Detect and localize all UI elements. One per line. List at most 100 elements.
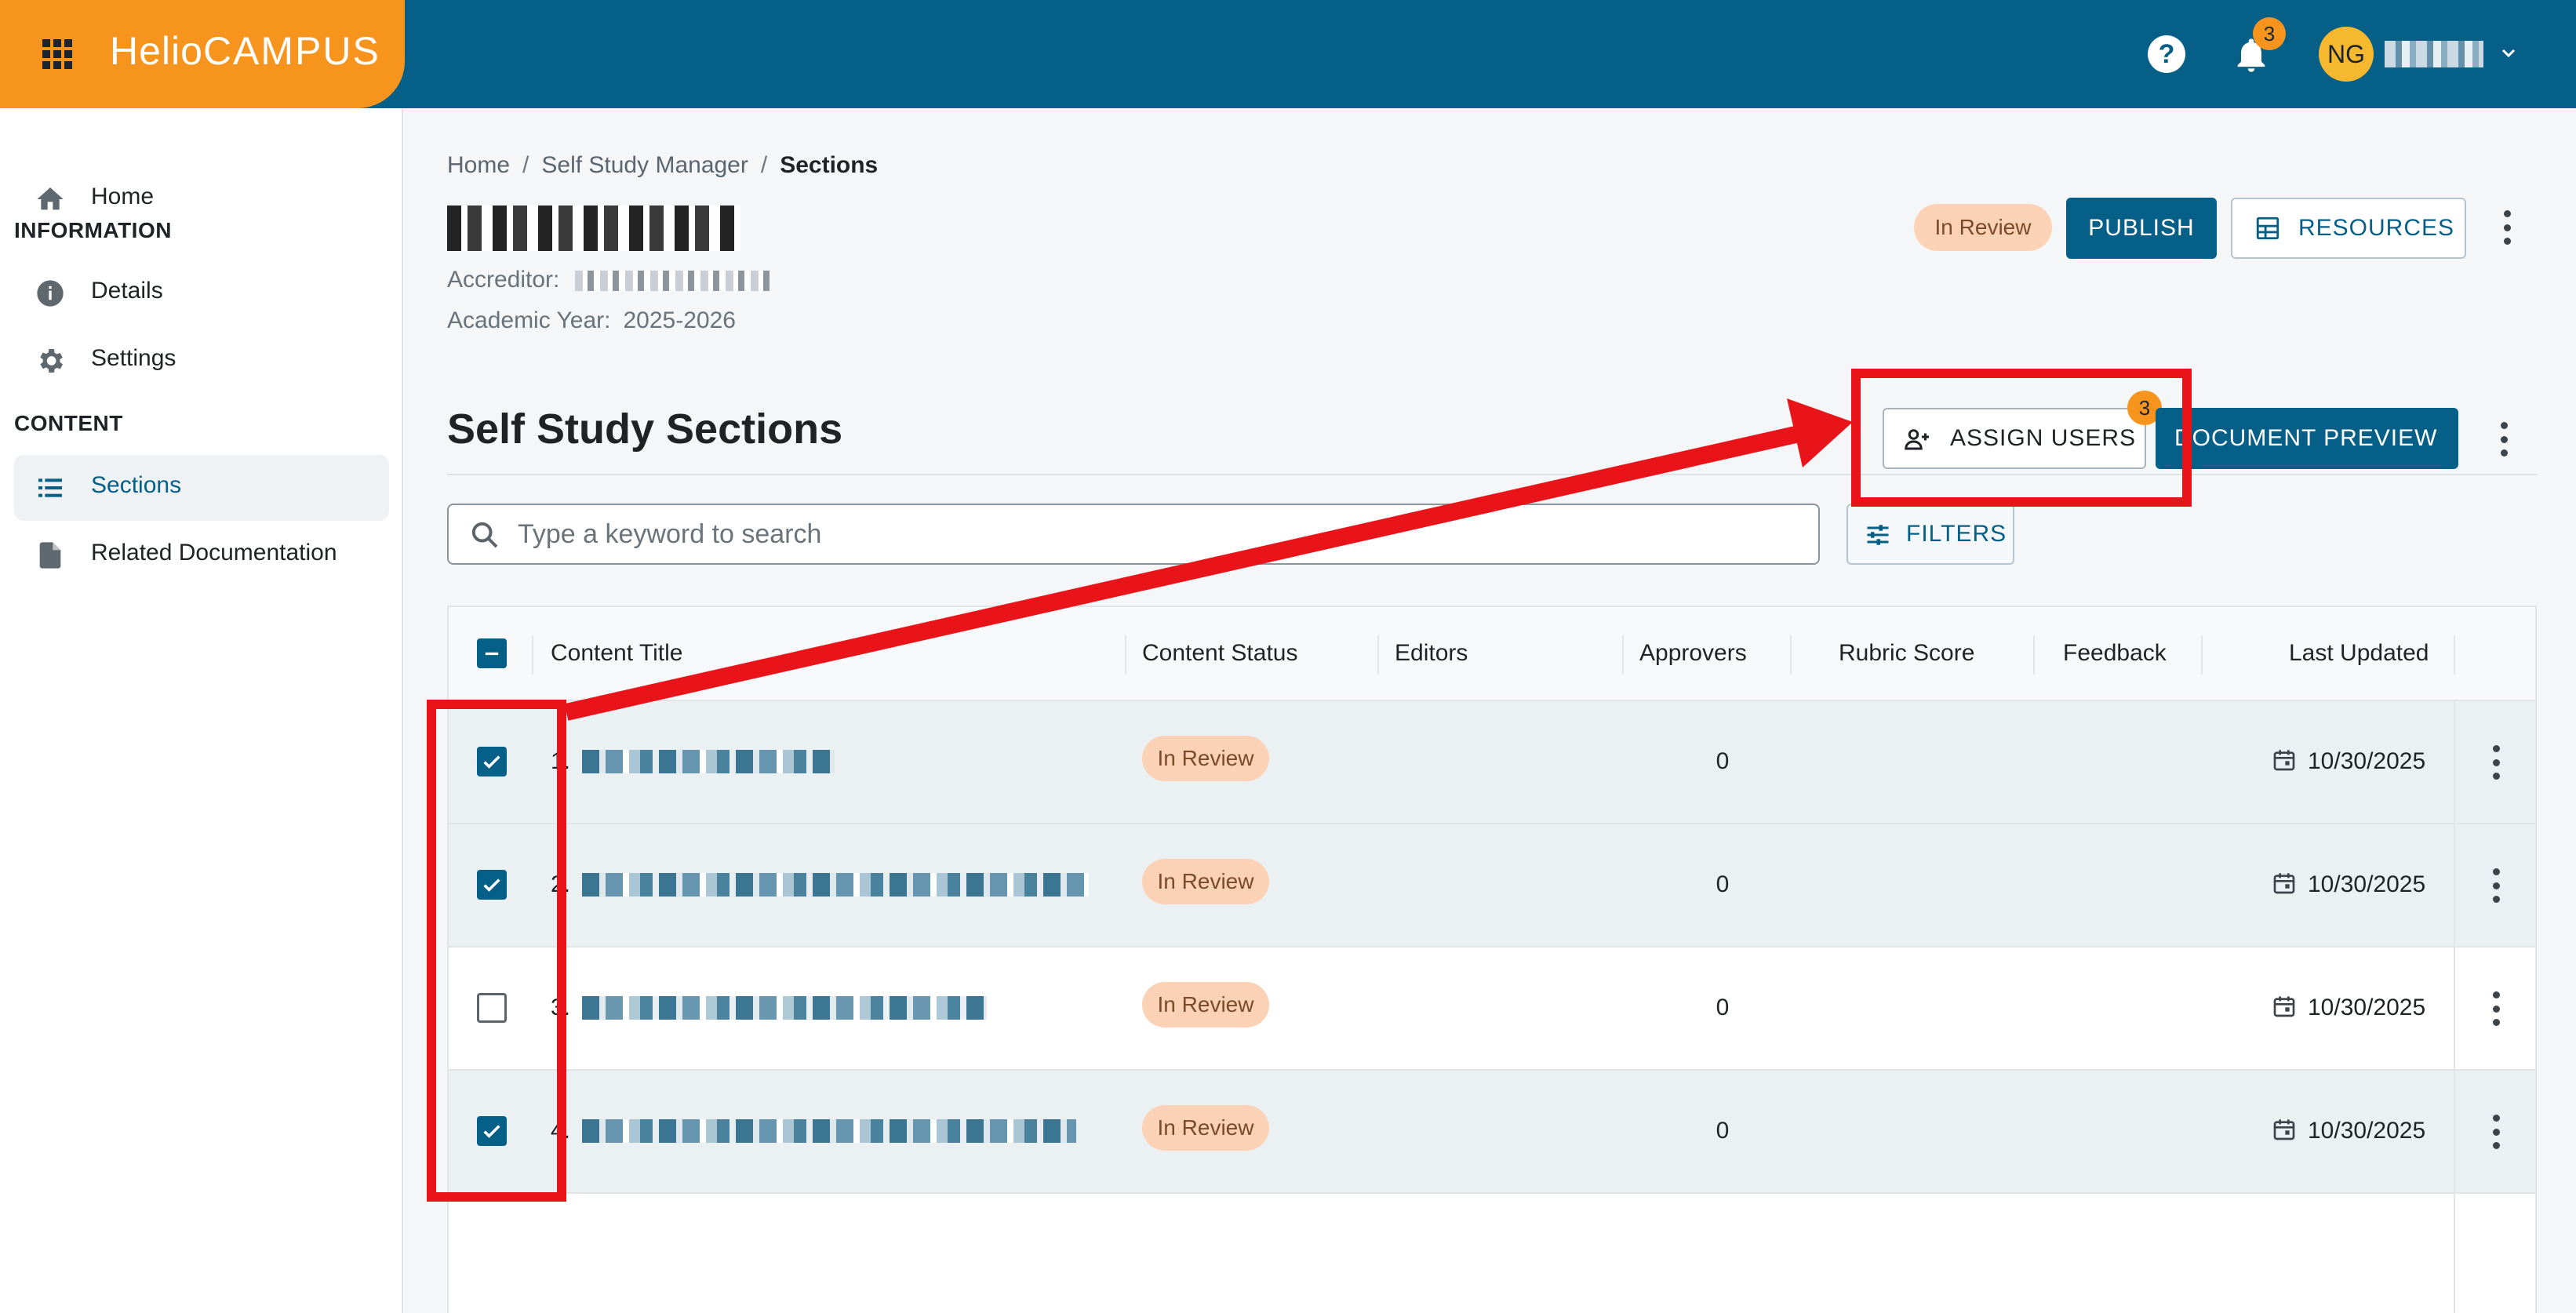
last-updated-date: 10/30/2025 — [2308, 1118, 2426, 1144]
filter-sliders-icon — [1867, 525, 1889, 545]
column-header-last-updated[interactable]: Last Updated — [2289, 640, 2429, 667]
status-badge: In Review — [1914, 204, 2052, 251]
column-separator — [532, 635, 533, 675]
select-all-checkbox[interactable] — [477, 638, 507, 668]
sidebar-item-label: Related Documentation — [91, 540, 337, 566]
page-more-options-icon[interactable] — [2502, 210, 2512, 245]
chevron-down-icon[interactable] — [2499, 44, 2518, 63]
row-more-options-icon[interactable] — [2491, 868, 2501, 903]
column-separator — [1377, 635, 1379, 675]
section-divider — [447, 474, 2537, 475]
column-separator — [1790, 635, 1792, 675]
row-title-redacted[interactable] — [582, 996, 987, 1020]
breadcrumb-self-study-manager[interactable]: Self Study Manager — [541, 152, 748, 178]
sidebar-section-content: CONTENT — [14, 411, 123, 435]
accreditor-label: Accreditor: — [447, 267, 560, 293]
status-badge: In Review — [1142, 736, 1269, 781]
user-avatar[interactable]: NG — [2319, 27, 2374, 82]
approvers-count: 0 — [1716, 871, 1730, 897]
sidebar: Home INFORMATION Details Settings CONTEN… — [0, 108, 403, 1313]
home-icon — [37, 187, 64, 210]
breadcrumb: Home / Self Study Manager / Sections — [447, 152, 879, 178]
table-header: Content Title Content Status Editors App… — [449, 607, 2535, 701]
row-title-redacted[interactable] — [582, 1119, 1076, 1143]
sidebar-item-settings[interactable]: Settings — [14, 328, 389, 394]
annotation-box-selected-rows — [427, 700, 566, 1202]
column-header-editors[interactable]: Editors — [1395, 640, 1468, 667]
table-row[interactable]: 3. In Review 0 10/30/2025 — [449, 947, 2535, 1071]
row-more-options-icon[interactable] — [2491, 1115, 2501, 1149]
resources-label: RESOURCES — [2298, 215, 2455, 241]
column-header-approvers[interactable]: Approvers — [1639, 640, 1747, 667]
column-header-content-title[interactable]: Content Title — [551, 640, 682, 667]
accreditor-row: Accreditor: — [447, 267, 770, 293]
accreditor-value-redacted — [575, 271, 770, 292]
sections-more-options-icon[interactable] — [2499, 422, 2509, 456]
approvers-count: 0 — [1716, 1118, 1730, 1144]
calendar-icon — [2273, 1119, 2295, 1140]
column-header-feedback[interactable]: Feedback — [2063, 640, 2167, 667]
document-icon — [39, 542, 61, 569]
breadcrumb-current: Sections — [780, 152, 879, 178]
last-updated-date: 10/30/2025 — [2308, 748, 2426, 774]
notification-count-badge: 3 — [2253, 17, 2286, 50]
sidebar-item-details[interactable]: Details — [14, 260, 389, 326]
row-more-options-icon[interactable] — [2491, 745, 2501, 780]
column-header-content-status[interactable]: Content Status — [1142, 640, 1297, 667]
sidebar-item-label: Sections — [91, 472, 182, 498]
publish-button[interactable]: PUBLISH — [2066, 198, 2217, 259]
logo[interactable]: HelioCAMPUS — [110, 28, 380, 74]
column-separator — [2201, 635, 2203, 675]
user-name-redacted[interactable] — [2385, 41, 2483, 67]
filters-label: FILTERS — [1906, 521, 2007, 547]
calendar-icon — [2273, 873, 2295, 894]
info-icon — [37, 280, 64, 307]
last-updated-date: 10/30/2025 — [2308, 995, 2426, 1020]
column-separator — [2033, 635, 2035, 675]
table-row[interactable]: 2. In Review 0 10/30/2025 — [449, 824, 2535, 947]
search-input[interactable] — [518, 505, 1804, 563]
help-icon[interactable]: ? — [2148, 35, 2185, 73]
last-updated-date: 10/30/2025 — [2308, 871, 2426, 897]
filters-button[interactable]: FILTERS — [1846, 504, 2014, 565]
sidebar-item-sections[interactable]: Sections — [14, 455, 389, 521]
annotation-box-assign-users — [1851, 369, 2192, 507]
approvers-count: 0 — [1716, 748, 1730, 774]
column-header-rubric-score[interactable]: Rubric Score — [1839, 640, 1974, 667]
sidebar-item-label: Settings — [91, 345, 176, 371]
action-column-separator — [2454, 701, 2455, 1313]
document-preview-button[interactable]: DOCUMENT PREVIEW — [2156, 408, 2458, 469]
app-launcher-icon[interactable] — [42, 39, 72, 69]
page-title-redacted — [447, 205, 740, 251]
table-row[interactable]: 4. In Review 0 10/30/2025 — [449, 1071, 2535, 1194]
academic-year-label: Academic Year: — [447, 307, 611, 333]
brand-area: HelioCAMPUS — [0, 0, 405, 108]
column-separator — [2454, 635, 2455, 675]
column-separator — [1125, 635, 1126, 675]
calendar-icon — [2273, 996, 2295, 1017]
sidebar-item-label: Details — [91, 278, 163, 304]
sidebar-item-label: Home — [91, 184, 155, 209]
resources-icon — [2256, 216, 2279, 240]
gear-icon — [40, 349, 63, 373]
academic-year-row: Academic Year: 2025-2026 — [447, 307, 736, 334]
row-more-options-icon[interactable] — [2491, 991, 2501, 1026]
table-row[interactable]: 1. In Review 0 10/30/2025 — [449, 701, 2535, 824]
sections-table: Content Title Content Status Editors App… — [447, 606, 2537, 1313]
section-heading: Self Study Sections — [447, 406, 843, 453]
row-title-redacted[interactable] — [582, 873, 1089, 897]
status-badge: In Review — [1142, 982, 1269, 1027]
top-app-bar: HelioCAMPUS ? 3 NG — [0, 0, 2576, 108]
academic-year-value: 2025-2026 — [623, 307, 736, 333]
breadcrumb-home[interactable]: Home — [447, 152, 510, 178]
sidebar-section-information: INFORMATION — [14, 218, 172, 242]
resources-button[interactable]: RESOURCES — [2231, 198, 2466, 259]
status-badge: In Review — [1142, 859, 1269, 904]
search-box — [447, 504, 1820, 565]
row-title-redacted[interactable] — [582, 750, 835, 773]
search-icon — [471, 522, 498, 548]
approvers-count: 0 — [1716, 995, 1730, 1020]
sidebar-item-related-documentation[interactable]: Related Documentation — [14, 522, 389, 588]
status-badge: In Review — [1142, 1105, 1269, 1151]
calendar-icon — [2273, 750, 2295, 771]
